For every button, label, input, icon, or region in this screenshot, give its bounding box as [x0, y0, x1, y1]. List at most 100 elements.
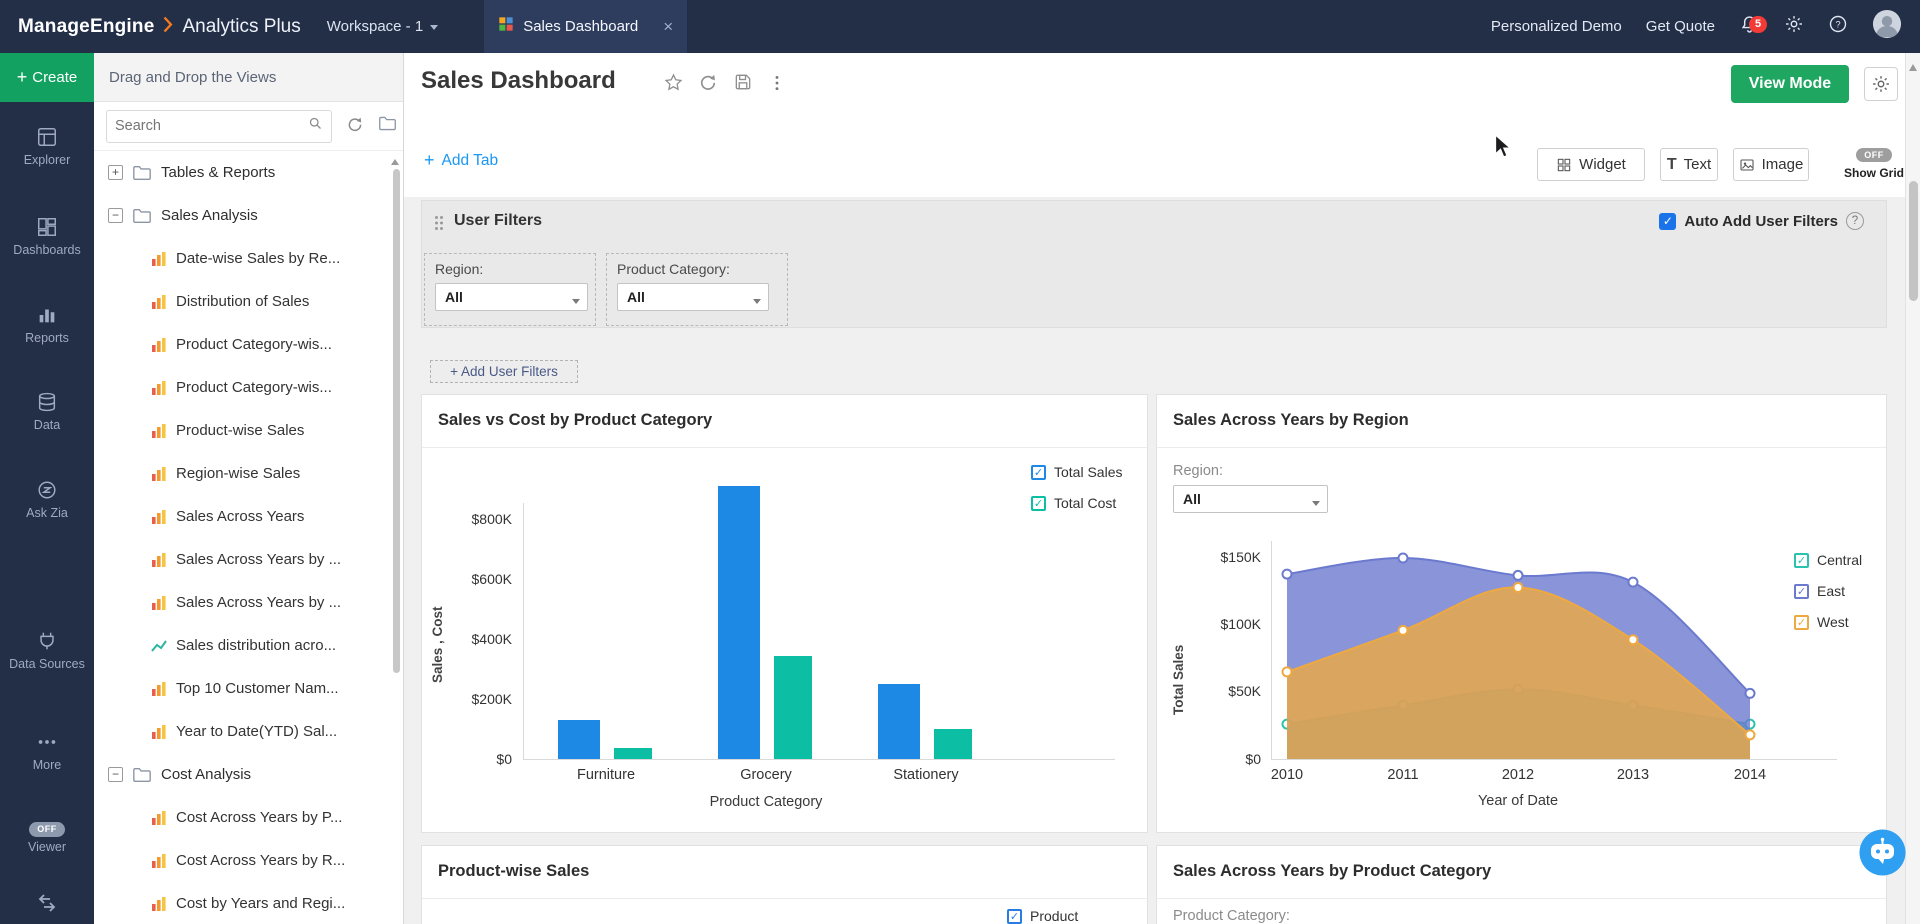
- workspace-selector[interactable]: Workspace - 1: [327, 18, 438, 35]
- expand-icon[interactable]: +: [108, 165, 123, 180]
- tree-folder-sales-analysis[interactable]: − Sales Analysis: [94, 194, 404, 237]
- vertical-scrollbar[interactable]: [1905, 53, 1920, 924]
- legend-checkbox[interactable]: [1031, 496, 1046, 511]
- sidebar-item-explorer[interactable]: Explorer: [0, 126, 94, 169]
- settings-gear-icon[interactable]: [1784, 14, 1804, 39]
- product-category-filter-select[interactable]: All: [617, 283, 769, 311]
- favorite-star-icon[interactable]: [663, 72, 684, 98]
- legend-checkbox[interactable]: [1794, 615, 1809, 630]
- legend-product[interactable]: Product: [1007, 908, 1078, 924]
- sidebar-item-data-sources[interactable]: Data Sources: [0, 630, 94, 673]
- sidebar-item-dashboards[interactable]: Dashboards: [0, 216, 94, 259]
- viewer-label: Viewer: [0, 840, 94, 856]
- tree-item[interactable]: Cost Across Years by R...: [94, 839, 404, 882]
- legend-west[interactable]: West: [1794, 614, 1849, 630]
- refresh-views-icon[interactable]: [346, 115, 364, 138]
- collapse-icon[interactable]: −: [108, 208, 123, 223]
- chat-assistant-button[interactable]: [1858, 828, 1907, 877]
- product-category-filter-label: Product Category:: [617, 261, 777, 277]
- scroll-up-icon[interactable]: [1909, 60, 1917, 71]
- tree-folder-cost-analysis[interactable]: − Cost Analysis: [94, 753, 404, 796]
- personalized-demo-link[interactable]: Personalized Demo: [1491, 18, 1622, 35]
- notifications-button[interactable]: 5: [1739, 14, 1760, 40]
- more-dots-icon: [36, 731, 58, 753]
- legend-checkbox[interactable]: [1031, 465, 1046, 480]
- region-filter-select[interactable]: All: [435, 283, 588, 311]
- legend-label: Total Cost: [1054, 495, 1116, 511]
- auto-add-checkbox[interactable]: [1659, 213, 1676, 230]
- tree-item[interactable]: Sales Across Years by ...: [94, 538, 404, 581]
- viewer-toggle[interactable]: OFF Viewer: [0, 821, 94, 856]
- zia-icon: [36, 479, 58, 501]
- sidebar-item-data[interactable]: Data: [0, 391, 94, 434]
- tree-item[interactable]: Sales Across Years: [94, 495, 404, 538]
- tree-item[interactable]: Product-wise Sales: [94, 409, 404, 452]
- scroll-up-icon[interactable]: [391, 155, 399, 165]
- legend-checkbox[interactable]: [1007, 909, 1022, 924]
- legend-checkbox[interactable]: [1794, 584, 1809, 599]
- collapse-sidebar-button[interactable]: [0, 891, 94, 920]
- add-tab-button[interactable]: Add Tab: [424, 150, 498, 171]
- new-folder-icon[interactable]: [378, 114, 397, 138]
- help-circle-icon[interactable]: ?: [1846, 212, 1864, 230]
- legend-checkbox[interactable]: [1794, 553, 1809, 568]
- create-button[interactable]: Create: [0, 53, 94, 102]
- x-tick: 2010: [1247, 767, 1327, 783]
- tree-folder-tables-reports[interactable]: + Tables & Reports: [94, 151, 404, 194]
- help-icon[interactable]: ?: [1828, 14, 1848, 39]
- dashboard-settings-button[interactable]: [1864, 67, 1898, 101]
- tab-close-icon[interactable]: [663, 17, 673, 37]
- region-filter-label: Region:: [1173, 463, 1223, 479]
- drag-handle-icon[interactable]: [434, 215, 444, 236]
- bar-chart-icon: [151, 251, 167, 267]
- bar-chart-icon: [151, 509, 167, 525]
- tree-item[interactable]: Region-wise Sales: [94, 452, 404, 495]
- legend-east[interactable]: East: [1794, 583, 1845, 599]
- get-quote-link[interactable]: Get Quote: [1646, 18, 1715, 35]
- search-input[interactable]: [115, 118, 302, 134]
- tree-item[interactable]: Sales Across Years by ...: [94, 581, 404, 624]
- sidebar-item-reports[interactable]: Reports: [0, 304, 94, 347]
- collapse-icon[interactable]: −: [108, 767, 123, 782]
- legend-central[interactable]: Central: [1794, 552, 1862, 568]
- chart-region-select[interactable]: All: [1173, 485, 1328, 513]
- brand: ManageEngine Analytics Plus: [18, 15, 301, 39]
- avatar[interactable]: [1872, 9, 1902, 44]
- text-button[interactable]: T Text: [1660, 148, 1718, 181]
- show-grid-toggle[interactable]: OFF Show Grid: [1841, 145, 1907, 180]
- bar-furniture-cost: [614, 748, 652, 759]
- search-icon: [308, 116, 323, 136]
- bar-chart-icon: [151, 423, 167, 439]
- scrollbar-thumb[interactable]: [1909, 181, 1918, 301]
- search-box[interactable]: [106, 110, 332, 143]
- plug-icon: [36, 630, 58, 652]
- tree-item[interactable]: Distribution of Sales: [94, 280, 404, 323]
- user-filters-title: User Filters: [454, 212, 542, 230]
- sidebar-item-ask-zia[interactable]: Ask Zia: [0, 479, 94, 522]
- image-button[interactable]: Image: [1733, 148, 1809, 181]
- y-tick: $0: [452, 751, 512, 767]
- bar-chart-icon: [151, 810, 167, 826]
- sidebar-item-more[interactable]: More: [0, 731, 94, 774]
- more-options-icon[interactable]: [768, 74, 786, 97]
- tree-item[interactable]: Product Category-wis...: [94, 366, 404, 409]
- refresh-icon[interactable]: [698, 72, 718, 97]
- tree-item[interactable]: Cost by Years and Regi...: [94, 882, 404, 924]
- tree-item[interactable]: Date-wise Sales by Re...: [94, 237, 404, 280]
- widget-button[interactable]: Widget: [1537, 148, 1645, 181]
- add-user-filters-button[interactable]: + Add User Filters: [430, 360, 578, 383]
- tree-item[interactable]: Product Category-wis...: [94, 323, 404, 366]
- save-icon[interactable]: [733, 72, 753, 97]
- tree-item[interactable]: Top 10 Customer Nam...: [94, 667, 404, 710]
- view-mode-button[interactable]: View Mode: [1731, 65, 1849, 103]
- tree-item[interactable]: Year to Date(YTD) Sal...: [94, 710, 404, 753]
- x-tick: 2014: [1710, 767, 1790, 783]
- legend-total-cost[interactable]: Total Cost: [1031, 495, 1116, 511]
- tree-item[interactable]: Sales distribution acro...: [94, 624, 404, 667]
- tree-scrollbar[interactable]: [393, 169, 400, 673]
- tree-item[interactable]: Cost Across Years by P...: [94, 796, 404, 839]
- y-tick: $150K: [1199, 549, 1261, 565]
- legend-total-sales[interactable]: Total Sales: [1031, 464, 1122, 480]
- x-tick: 2013: [1593, 767, 1673, 783]
- dashboard-tab[interactable]: Sales Dashboard: [484, 0, 688, 53]
